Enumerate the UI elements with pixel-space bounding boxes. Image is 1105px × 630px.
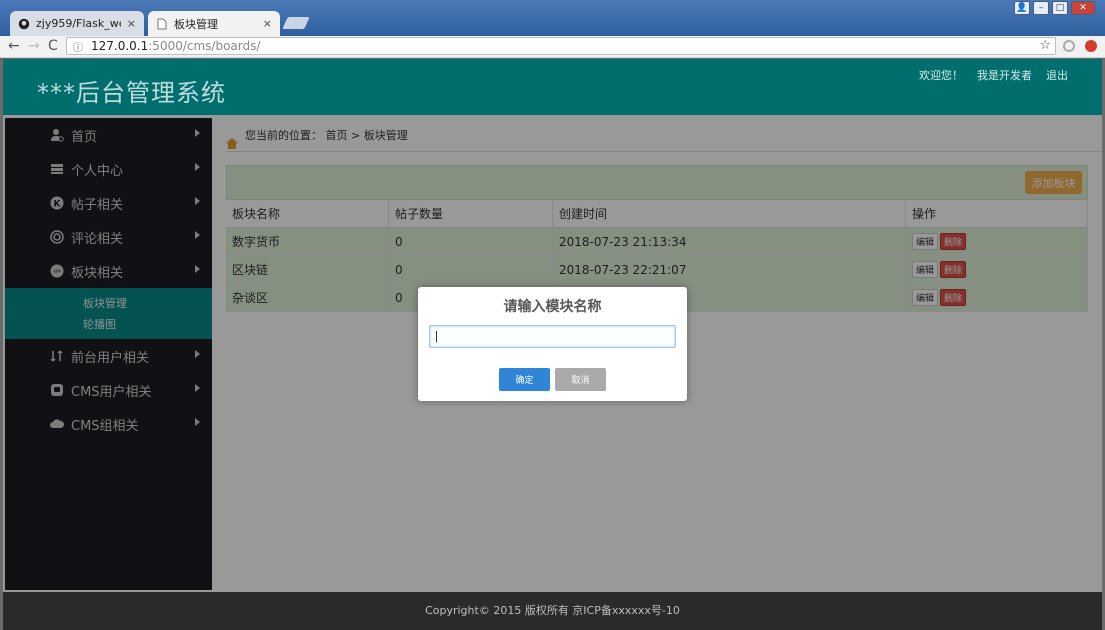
new-tab-button[interactable] [282, 17, 310, 29]
tab-boards[interactable]: 板块管理 × [148, 11, 280, 36]
tab-close-icon[interactable]: × [263, 17, 272, 30]
tab-close-icon[interactable]: × [127, 17, 136, 30]
board-name-input[interactable] [429, 325, 676, 348]
address-bar[interactable]: ⓘ 127.0.0.1:5000/cms/boards/ ☆ [66, 37, 1056, 55]
site-footer: Copyright© 2015 版权所有 京ICP备xxxxxx号-10 [3, 592, 1102, 630]
tab-title: zjy959/Flask_web_dem [36, 17, 121, 30]
extension-red-icon[interactable] [1085, 40, 1097, 52]
bookmark-star-icon[interactable]: ☆ [1039, 38, 1051, 53]
board-name-dialog: 请输入模块名称 确定 取消 [418, 287, 687, 401]
welcome-text: 欢迎您！ [919, 69, 963, 82]
reload-icon[interactable]: C [48, 38, 58, 54]
brand-title: ***后台管理系统 [37, 79, 226, 107]
username-link[interactable]: 我是开发者 [977, 67, 1032, 83]
maximize-icon[interactable]: □ [1052, 1, 1068, 15]
info-icon[interactable]: ⓘ [71, 39, 85, 54]
close-window-icon[interactable]: ✕ [1071, 1, 1095, 15]
top-nav: 欢迎您！ 我是开发者 退出 [919, 67, 1068, 83]
text-cursor [436, 331, 437, 342]
browser-toolbar: ← → C ⓘ 127.0.0.1:5000/cms/boards/ ☆ [0, 36, 1105, 58]
page-icon [157, 18, 167, 29]
cancel-button[interactable]: 取消 [555, 368, 606, 391]
back-icon[interactable]: ← [8, 38, 20, 54]
forward-icon[interactable]: → [28, 38, 40, 54]
confirm-button[interactable]: 确定 [499, 368, 550, 391]
github-icon [18, 18, 30, 29]
dialog-title: 请输入模块名称 [503, 299, 602, 315]
site-header: ***后台管理系统 欢迎您！ 我是开发者 退出 [3, 59, 1102, 115]
url-path: :5000/cms/boards/ [148, 39, 261, 53]
logout-link[interactable]: 退出 [1046, 67, 1068, 83]
extension-circle-icon[interactable] [1063, 40, 1075, 52]
browser-titlebar: zjy959/Flask_web_dem × 板块管理 × 👤 – □ ✕ [0, 0, 1105, 36]
tab-github[interactable]: zjy959/Flask_web_dem × [10, 11, 144, 36]
url-host: 127.0.0.1 [91, 39, 149, 53]
window-controls: 👤 – □ ✕ [1014, 1, 1095, 15]
minimize-icon[interactable]: – [1033, 1, 1049, 15]
user-icon[interactable]: 👤 [1014, 1, 1030, 15]
tab-title: 板块管理 [174, 17, 218, 31]
